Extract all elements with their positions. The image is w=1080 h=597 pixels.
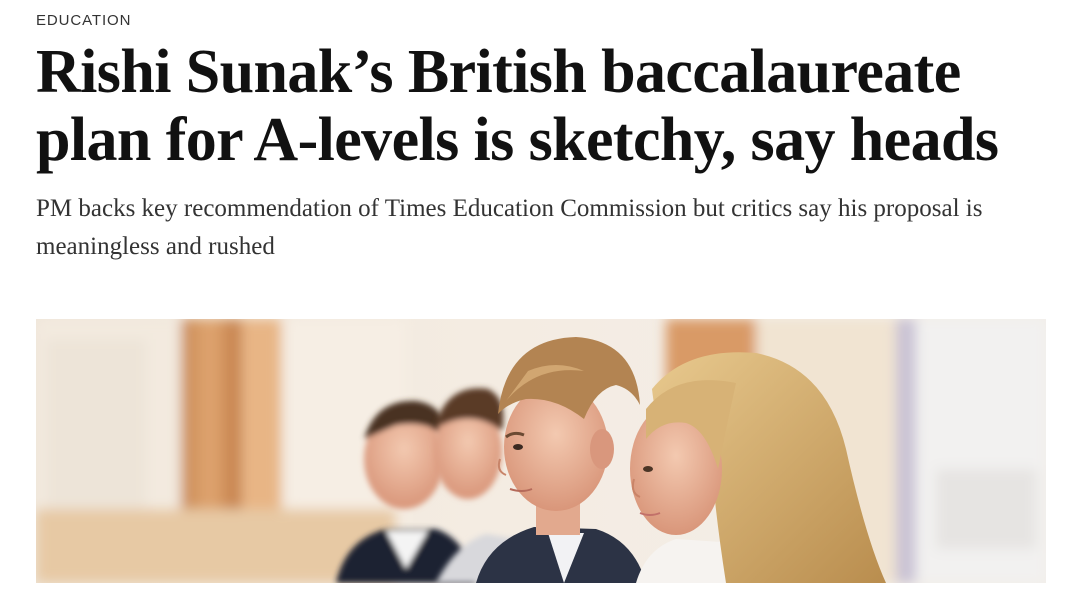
standfirst: PM backs key recommendation of Times Edu… xyxy=(36,195,983,260)
section-link[interactable]: EDUCATION xyxy=(36,12,131,29)
hero-image[interactable] xyxy=(36,319,1046,583)
headline: Rishi Sunak’s British baccalaureate plan… xyxy=(36,38,999,174)
students-photo xyxy=(36,319,1046,583)
